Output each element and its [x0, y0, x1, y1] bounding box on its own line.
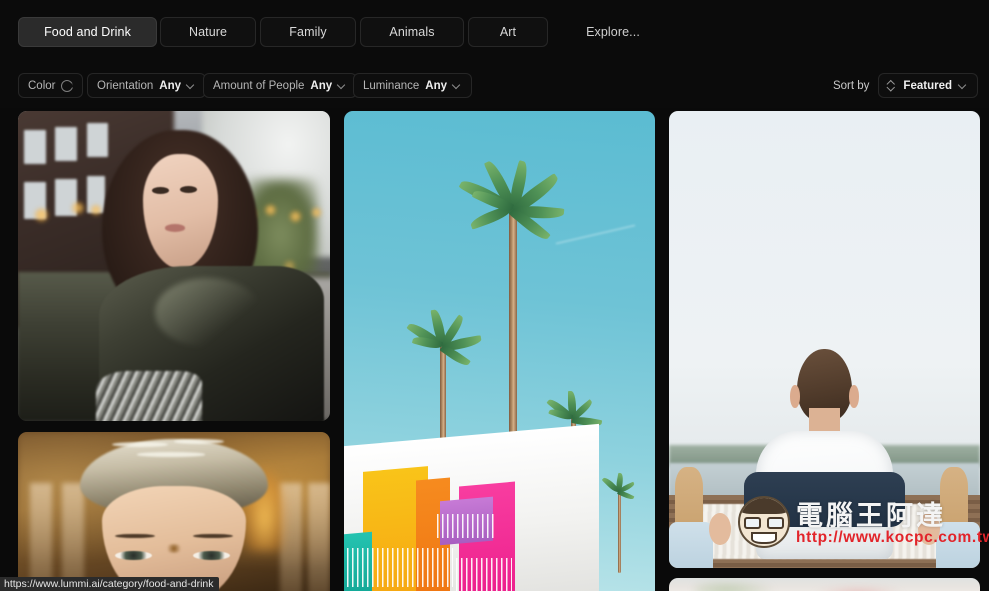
tab-animals[interactable]: Animals: [360, 17, 464, 47]
sort-by-group: Sort by Featured: [833, 73, 978, 98]
filter-color[interactable]: Color: [18, 73, 84, 98]
chevron-down-icon: [187, 81, 196, 90]
filter-value: Any: [425, 79, 447, 92]
filter-value: Any: [159, 79, 181, 92]
category-tab-bar: Food and Drink Nature Family Animals Art…: [0, 0, 989, 63]
filter-label: Luminance: [363, 79, 420, 92]
photo-meditation-pier: [669, 111, 980, 568]
tab-nature[interactable]: Nature: [160, 17, 256, 47]
status-bar-url: https://www.lummi.ai/category/food-and-d…: [0, 577, 219, 591]
filter-amount-of-people[interactable]: Amount of People Any: [203, 73, 358, 98]
photo-woman-canal: [18, 111, 330, 421]
photo-youth-portrait: [18, 432, 330, 591]
photo-card[interactable]: [18, 111, 330, 421]
color-wheel-icon: [61, 79, 74, 92]
tab-art[interactable]: Art: [468, 17, 548, 47]
filter-luminance[interactable]: Luminance Any: [353, 73, 472, 98]
explore-link[interactable]: Explore...: [568, 17, 658, 47]
sort-by-label: Sort by: [832, 79, 870, 92]
filter-bar: Color Orientation Any Amount of People A…: [0, 63, 989, 108]
up-down-arrows-icon: [887, 79, 896, 92]
tab-food-and-drink[interactable]: Food and Drink: [18, 17, 157, 47]
chevron-down-icon: [338, 81, 347, 90]
photo-card[interactable]: [18, 432, 330, 591]
tab-label: Animals: [389, 25, 435, 39]
tab-label: Family: [289, 25, 327, 39]
filter-label: Amount of People: [213, 79, 305, 92]
chevron-down-icon: [453, 81, 462, 90]
explore-label: Explore...: [586, 25, 640, 39]
filter-label: Color: [28, 79, 56, 92]
filter-orientation[interactable]: Orientation Any: [87, 73, 206, 98]
photo-palms-motel: [344, 111, 655, 591]
sort-by-value: Featured: [903, 79, 952, 92]
status-bar-url-text: https://www.lummi.ai/category/food-and-d…: [4, 578, 214, 590]
page-viewport: Food and Drink Nature Family Animals Art…: [0, 0, 989, 591]
tab-label: Food and Drink: [44, 25, 131, 39]
chevron-down-icon: [959, 81, 968, 90]
filter-value: Any: [310, 79, 333, 92]
tab-label: Nature: [188, 25, 228, 39]
tab-label: Art: [499, 25, 517, 39]
photo-partial-bottom: [669, 578, 980, 591]
tab-family[interactable]: Family: [260, 17, 356, 47]
photo-card[interactable]: [669, 111, 980, 568]
photo-card[interactable]: [669, 578, 980, 591]
browser-page-frame: Food and Drink Nature Family Animals Art…: [0, 0, 1000, 600]
photo-card[interactable]: [344, 111, 655, 591]
photo-grid: [0, 108, 989, 591]
sort-by-select[interactable]: Featured: [878, 73, 978, 98]
filter-label: Orientation: [97, 79, 154, 92]
